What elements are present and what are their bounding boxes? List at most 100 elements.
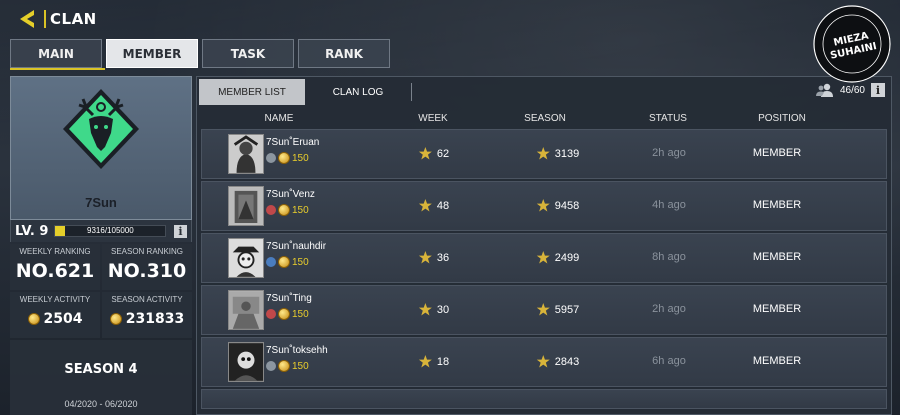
position-cell: MEMBER [752,355,802,367]
points-value: 150 [292,308,309,320]
clan-name: 7Sun [85,195,117,210]
members-icon [815,83,833,97]
season-info: SEASON 4 04/2020 - 06/2020 [10,340,192,415]
col-name: NAME [264,113,294,124]
member-count-value: 46/60 [839,84,865,96]
clan-level: LV. 9 [15,223,49,239]
status-cell: 8h ago [652,251,686,263]
week-cell: 36 [418,251,450,264]
activity-coin-icon [109,313,122,325]
coin-icon [278,256,290,268]
member-points: 150 [266,256,309,268]
coin-icon [278,308,290,320]
table-header: NAME WEEK SEASON STATUS POSITION [197,113,891,127]
back-button[interactable] [16,8,38,30]
tab-main[interactable]: MAIN [10,39,102,68]
member-info-icon[interactable]: i [871,83,885,97]
position-cell: MEMBER [752,251,802,263]
status-cell: 2h ago [652,303,686,315]
week-value: 48 [436,199,450,212]
season-value: 9458 [554,199,580,212]
status-cell: 2h ago [652,147,686,159]
status-cell: 4h ago [652,199,686,211]
table-row[interactable]: 7Sun˚Venz 150 48 9458 4h ago MEMBER [201,181,887,231]
table-row[interactable]: 7Sun˚Ting 150 30 5957 2h ago MEMBER [201,285,887,335]
week-value: 62 [436,147,450,160]
tab-member[interactable]: MEMBER [106,39,198,68]
coin-icon [278,152,290,164]
star-icon [536,355,550,368]
table-row[interactable]: 7Sun˚nauhdir 150 36 2499 8h ago MEMBER [201,233,887,283]
member-name: 7Sun˚Venz [266,189,315,200]
activity-coin-icon [27,313,40,325]
member-list: 7Sun˚Eruan 150 62 3139 2h ago MEMBER 7Su… [201,129,887,411]
member-count: 46/60 i [815,83,885,97]
star-icon [536,303,550,316]
rank-badge-icon [266,153,276,163]
star-icon [418,199,432,212]
stat-label: SEASON ACTIVITY [111,295,183,304]
season-cell: 5957 [536,303,580,316]
season-cell: 9458 [536,199,580,212]
rank-badge-icon [266,257,276,267]
weekly-ranking-stat: WEEKLY RANKING NO.621 [10,244,100,290]
main-tabs: MAIN MEMBER TASK RANK [10,39,390,68]
season-activity-row: 231833 [102,311,192,327]
col-week: WEEK [418,113,448,124]
member-points: 150 [266,152,309,164]
member-name: 7Sun˚Eruan [266,137,320,148]
xp-text: 9316/105000 [87,226,134,235]
col-position: POSITION [758,113,806,124]
member-name: 7Sun˚nauhdir [266,241,327,252]
member-panel: MEMBER LIST CLAN LOG 46/60 i NAME WEEK S… [196,76,892,415]
tab-task[interactable]: TASK [202,39,294,68]
avatar [228,134,264,174]
week-value: 18 [436,355,450,368]
member-name: 7Sun˚Ting [266,293,312,304]
col-season: SEASON [524,113,566,124]
weekly-activity-stat: WEEKLY ACTIVITY 2504 [10,292,100,338]
back-arrow-icon [20,10,34,28]
star-icon [536,147,550,160]
page-title: CLAN [44,10,97,28]
stat-label: SEASON RANKING [110,247,183,256]
season-cell: 3139 [536,147,579,160]
stat-label: WEEKLY ACTIVITY [19,295,91,304]
week-cell: 48 [418,199,450,212]
tab-member-list[interactable]: MEMBER LIST [199,79,305,105]
table-row-partial[interactable] [201,389,887,409]
season-value: 2499 [554,251,580,264]
table-row[interactable]: 7Sun˚toksehh 150 18 2843 6h ago MEMBER [201,337,887,387]
tab-clan-log[interactable]: CLAN LOG [305,79,411,105]
position-cell: MEMBER [752,199,802,211]
avatar [228,342,264,382]
season-value: 5957 [554,303,580,316]
points-value: 150 [292,204,309,216]
weekly-activity-row: 2504 [10,311,100,327]
avatar [228,238,264,278]
week-value: 36 [436,251,450,264]
tab-rank[interactable]: RANK [298,39,390,68]
week-cell: 30 [418,303,450,316]
points-value: 150 [292,152,309,164]
sub-tabs: MEMBER LIST CLAN LOG [199,79,412,105]
season-ranking-stat: SEASON RANKING NO.310 [102,244,192,290]
season-ranking-value: NO.310 [107,260,187,282]
coin-icon [278,360,290,372]
tab-indicator [10,68,105,70]
season-activity-stat: SEASON ACTIVITY 231833 [102,292,192,338]
level-info-icon[interactable]: i [174,224,187,238]
divider [411,83,412,101]
star-icon [418,303,432,316]
table-row[interactable]: 7Sun˚Eruan 150 62 3139 2h ago MEMBER [201,129,887,179]
season-activity-value: 231833 [125,311,185,327]
season-dates: 04/2020 - 06/2020 [64,399,138,409]
weekly-ranking-value: NO.621 [15,260,95,282]
week-cell: 18 [418,355,450,368]
xp-progress-bar: 9316/105000 [54,225,167,237]
star-icon [418,251,432,264]
week-value: 30 [436,303,450,316]
position-cell: MEMBER [752,303,802,315]
member-points: 150 [266,308,309,320]
header: CLAN [16,6,97,32]
